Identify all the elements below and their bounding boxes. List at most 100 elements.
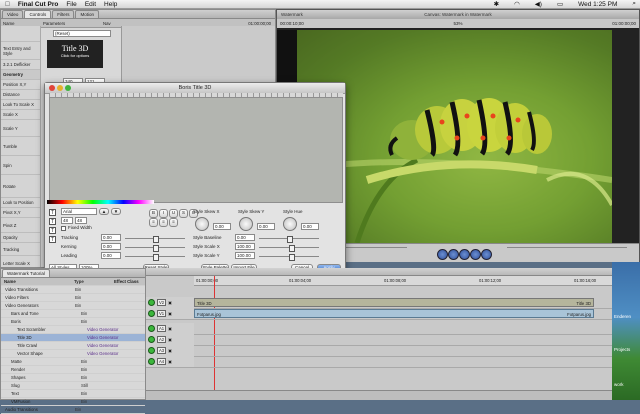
font-size-up-button[interactable]: ▲ bbox=[99, 208, 109, 215]
apple-menu-icon[interactable]:  bbox=[5, 1, 10, 8]
browser-row[interactable]: Vector Shape Video Generator bbox=[1, 350, 145, 358]
canvas-current-time[interactable]: 01:00:00;00 bbox=[612, 21, 636, 26]
hue-field[interactable]: 0.00 bbox=[301, 223, 319, 230]
browser-row[interactable]: VMFusion Bin bbox=[1, 398, 145, 406]
param-spin[interactable]: Spin bbox=[1, 156, 40, 175]
fill-tool-icon[interactable]: T bbox=[49, 218, 56, 225]
canvas-tab[interactable]: Watermark bbox=[281, 10, 303, 19]
kerning-knob[interactable] bbox=[153, 245, 159, 252]
track-a1-audible-icon[interactable] bbox=[148, 325, 155, 332]
param-look-scale[interactable]: Look To Scale X bbox=[1, 100, 40, 110]
param-rotate[interactable]: Rotate bbox=[1, 175, 40, 198]
param-scale-y[interactable]: Scale Y bbox=[1, 120, 40, 137]
leading-slider[interactable] bbox=[125, 254, 185, 261]
font-size-down-button[interactable]: ▼ bbox=[111, 208, 121, 215]
track-v2-lock-icon[interactable]: ▣ bbox=[168, 300, 172, 305]
play-in-out-icon[interactable] bbox=[448, 249, 459, 260]
zoom-icon[interactable] bbox=[65, 85, 71, 91]
underline-button[interactable]: U bbox=[169, 209, 178, 218]
browser-row[interactable]: Render Bin bbox=[1, 366, 145, 374]
text-entry-canvas[interactable] bbox=[49, 97, 343, 203]
scale-y-field[interactable]: 100.00 bbox=[235, 252, 255, 259]
bluetooth-icon[interactable]: ✱ bbox=[494, 0, 499, 8]
tracking-field[interactable]: 0.00 bbox=[101, 234, 121, 241]
leading-field[interactable]: 0.00 bbox=[101, 252, 121, 259]
skew-x-field[interactable]: 0.00 bbox=[213, 223, 231, 230]
track-a4-label[interactable]: A4 bbox=[157, 358, 167, 365]
scale-x-slider[interactable] bbox=[259, 245, 319, 252]
param-opacity[interactable]: Opacity bbox=[1, 233, 40, 243]
menu-clock[interactable]: Wed 1:25 PM bbox=[578, 1, 617, 8]
baseline-slider[interactable] bbox=[259, 236, 319, 243]
browser-row[interactable]: Title Crawl Video Generator bbox=[1, 342, 145, 350]
browser-row[interactable]: Text Scrambler Video Generator bbox=[1, 326, 145, 334]
menu-help[interactable]: Help bbox=[104, 1, 117, 8]
track-v2-label[interactable]: V2 bbox=[157, 299, 167, 306]
scale-y-slider[interactable] bbox=[259, 254, 319, 261]
param-deflicker[interactable]: 3.2.1 Deflicker bbox=[1, 60, 40, 70]
param-position[interactable]: Position X,Y bbox=[1, 80, 40, 90]
browser-row[interactable]: Video Generators Bin bbox=[1, 302, 145, 310]
scale-y-knob[interactable] bbox=[289, 254, 295, 261]
battery-icon[interactable]: ▭ bbox=[557, 0, 563, 8]
skew-x-dial[interactable] bbox=[195, 217, 209, 231]
track-a4-lock-icon[interactable]: ▣ bbox=[168, 359, 172, 364]
track-a1-label[interactable]: A1 bbox=[157, 325, 167, 332]
browser-row[interactable]: Text Bin bbox=[1, 390, 145, 398]
browser-row[interactable]: Video Filters Bin bbox=[1, 294, 145, 302]
play-icon[interactable] bbox=[459, 249, 470, 260]
browser-row[interactable]: Slug Still bbox=[1, 382, 145, 390]
kerning-slider[interactable] bbox=[125, 245, 185, 252]
track-v2-visibility-icon[interactable] bbox=[148, 299, 155, 306]
browser-row[interactable]: Matte Bin bbox=[1, 358, 145, 366]
volume-icon[interactable]: ◀) bbox=[535, 0, 542, 8]
canvas-duration[interactable]: 00:00:10;00 bbox=[280, 21, 304, 26]
close-icon[interactable] bbox=[49, 85, 55, 91]
browser-row[interactable]: Title 3D Video Generator bbox=[1, 334, 145, 342]
param-distance[interactable]: Distance bbox=[1, 90, 40, 100]
fixed-width-checkbox[interactable] bbox=[61, 226, 66, 231]
browser-row[interactable]: Bars and Tone Bin bbox=[1, 310, 145, 318]
align-left-button[interactable]: ≡ bbox=[149, 218, 158, 227]
tracking-knob[interactable] bbox=[153, 236, 159, 243]
strike-button[interactable]: S bbox=[179, 209, 188, 218]
timeline-scrollbar[interactable] bbox=[146, 390, 612, 400]
track-a3-label[interactable]: A3 bbox=[157, 347, 167, 354]
clip-title3d[interactable]: Title 3D Title 3D bbox=[194, 298, 594, 307]
shadow-tool-icon[interactable]: T bbox=[49, 236, 56, 243]
param-text-entry[interactable]: Text Entry and Style bbox=[1, 42, 40, 60]
track-v1-lock-icon[interactable]: ▣ bbox=[168, 311, 172, 316]
hue-dial[interactable] bbox=[283, 217, 297, 231]
shuttle-slider[interactable] bbox=[507, 247, 627, 248]
clip-fotparus[interactable]: Fotparus.jpg Fotparus.jpg bbox=[194, 309, 594, 318]
italic-button[interactable]: I bbox=[159, 209, 168, 218]
prev-edit-icon[interactable] bbox=[437, 249, 448, 260]
color-spectrum[interactable] bbox=[47, 200, 154, 204]
browser-row[interactable]: Boris Bin bbox=[1, 318, 145, 326]
leading-knob[interactable] bbox=[153, 254, 159, 261]
tab-watermark-tutorial[interactable]: Watermark Tutorial bbox=[2, 269, 50, 277]
browser-row[interactable]: Audio Transitions Bin bbox=[1, 406, 145, 414]
tab-video[interactable]: Video bbox=[2, 10, 24, 18]
desktop-item-work[interactable]: work bbox=[614, 382, 624, 387]
next-edit-icon[interactable] bbox=[481, 249, 492, 260]
browser-col-type[interactable]: Type bbox=[74, 279, 114, 284]
baseline-field[interactable]: 0.00 bbox=[235, 234, 255, 241]
tab-motion[interactable]: Motion bbox=[75, 10, 99, 18]
param-pivot-z[interactable]: Pivot Z bbox=[1, 218, 40, 233]
track-a1-lock-icon[interactable]: ▣ bbox=[168, 326, 172, 331]
track-v1-visibility-icon[interactable] bbox=[148, 310, 155, 317]
menu-edit[interactable]: Edit bbox=[85, 1, 96, 8]
timeline-ruler[interactable]: 01:00:00;00 01:00:04;00 01:00:08;00 01:0… bbox=[194, 276, 612, 286]
spotlight-icon[interactable]: ⌕ bbox=[632, 0, 636, 8]
scale-x-knob[interactable] bbox=[289, 245, 295, 252]
font-size2-field[interactable]: 48 bbox=[75, 217, 87, 224]
kerning-field[interactable]: 0.00 bbox=[101, 243, 121, 250]
track-a3-audible-icon[interactable] bbox=[148, 347, 155, 354]
play-around-icon[interactable] bbox=[470, 249, 481, 260]
browser-row[interactable]: Video Transitions Bin bbox=[1, 286, 145, 294]
param-geometry[interactable]: Geometry bbox=[1, 70, 40, 80]
desktop-item-projects[interactable]: Projects bbox=[614, 347, 630, 352]
track-a2-label[interactable]: A2 bbox=[157, 336, 167, 343]
skew-y-dial[interactable] bbox=[239, 217, 253, 231]
